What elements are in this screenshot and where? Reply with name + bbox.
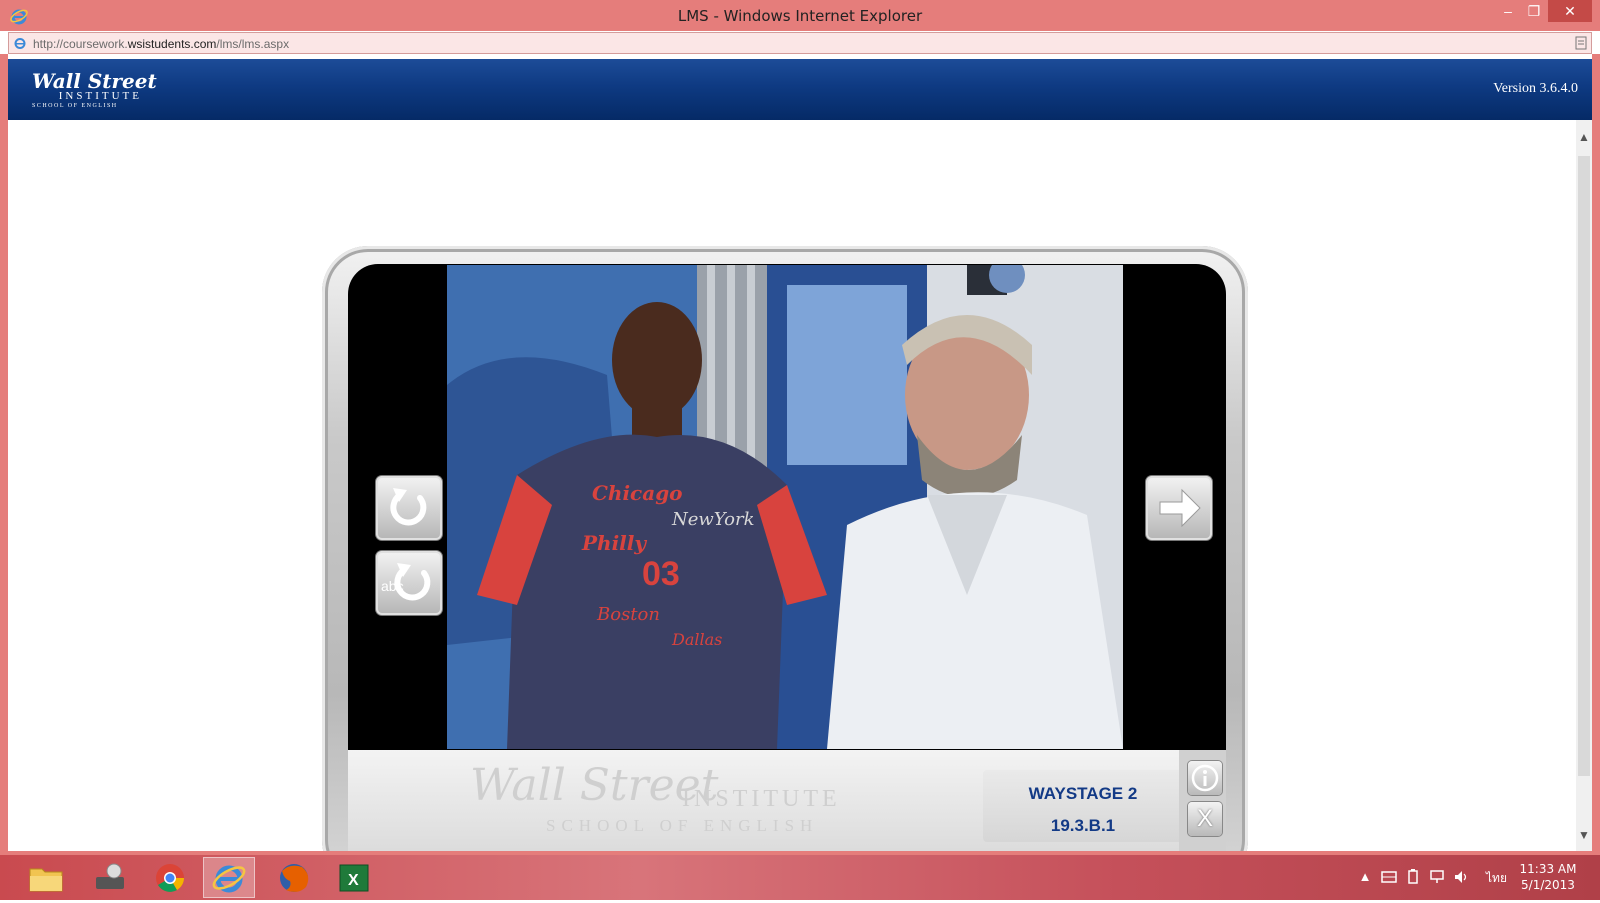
svg-text:NewYork: NewYork bbox=[671, 509, 754, 530]
url-domain: wsistudents.com bbox=[127, 37, 217, 51]
system-clock[interactable]: 11:33 AM 5/1/2013 bbox=[1519, 861, 1577, 893]
window-title: LMS - Windows Internet Explorer bbox=[677, 7, 923, 25]
logo-line1: Wall Street bbox=[32, 69, 157, 93]
video-frame[interactable]: Chicago NewYork Philly 03 Boston Dallas bbox=[447, 265, 1123, 749]
internet-explorer-icon bbox=[212, 865, 246, 893]
close-player-button[interactable]: X bbox=[1188, 802, 1222, 836]
svg-text:03: 03 bbox=[642, 555, 680, 593]
url-text[interactable]: http://coursework.wsistudents.com/lms/lm… bbox=[33, 37, 289, 51]
tool-icon bbox=[96, 863, 124, 889]
svg-text:X: X bbox=[348, 872, 359, 889]
logo-line2: INSTITUTE bbox=[58, 90, 142, 102]
taskbar-firefox[interactable] bbox=[268, 857, 320, 898]
wall-street-logo: Wall Street INSTITUTE SCHOOL OF ENGLISH bbox=[32, 71, 157, 110]
url-path: /lms/lms.aspx bbox=[216, 37, 290, 51]
video-still-image: Chicago NewYork Philly 03 Boston Dallas bbox=[447, 265, 1123, 749]
replay-button[interactable] bbox=[376, 476, 442, 540]
window-frame-right bbox=[1592, 54, 1600, 851]
taskbar-excel[interactable]: X bbox=[328, 857, 380, 898]
watermark-line2: INSTITUTE bbox=[682, 786, 841, 812]
maximize-button[interactable]: ❐ bbox=[1520, 0, 1548, 22]
taskbar-settings-tool[interactable] bbox=[84, 857, 136, 898]
url-prefix: http://coursework. bbox=[33, 37, 128, 51]
compatibility-view-icon[interactable] bbox=[1575, 36, 1587, 50]
action-center-icon[interactable] bbox=[1381, 869, 1397, 885]
subtitles-label: abc bbox=[381, 578, 404, 594]
network-icon[interactable] bbox=[1429, 869, 1445, 885]
window-titlebar: LMS - Windows Internet Explorer – ❐ ✕ bbox=[0, 0, 1600, 31]
volume-icon[interactable] bbox=[1453, 869, 1469, 885]
window-frame-left bbox=[0, 54, 8, 851]
arrow-right-icon bbox=[1159, 488, 1201, 528]
svg-text:Chicago: Chicago bbox=[592, 481, 683, 505]
minimize-button[interactable]: – bbox=[1494, 0, 1522, 22]
folder-icon bbox=[29, 868, 63, 892]
scroll-up-icon[interactable]: ▲ bbox=[1576, 130, 1592, 144]
chrome-icon bbox=[156, 864, 184, 892]
address-bar[interactable]: http://coursework.wsistudents.com/lms/lm… bbox=[8, 32, 1592, 54]
info-button[interactable] bbox=[1188, 761, 1222, 795]
svg-text:Boston: Boston bbox=[596, 604, 660, 625]
tray-expand-icon[interactable]: ▲ bbox=[1357, 869, 1373, 885]
taskbar-chrome[interactable] bbox=[144, 857, 196, 898]
firefox-icon bbox=[280, 864, 309, 892]
excel-icon: X bbox=[339, 864, 369, 892]
stage-label: WAYSTAGE 2 bbox=[1028, 784, 1138, 803]
scroll-down-icon[interactable]: ▼ bbox=[1576, 828, 1592, 842]
next-button[interactable] bbox=[1146, 476, 1212, 540]
taskbar: X ▲ ไทย 11:33 AM 5/1/2013 bbox=[0, 855, 1600, 900]
watermark-line3: SCHOOL OF ENGLISH bbox=[546, 816, 819, 835]
replay-icon bbox=[390, 488, 427, 526]
version-label: Version 3.6.4.0 bbox=[1493, 81, 1578, 96]
watermark-logo: Wall Street INSTITUTE SCHOOL OF ENGLISH bbox=[470, 764, 837, 836]
clock-date: 5/1/2013 bbox=[1521, 878, 1575, 892]
replay-subtitles-icon: abc bbox=[381, 563, 431, 601]
power-icon[interactable] bbox=[1405, 869, 1421, 885]
svg-text:Dallas: Dallas bbox=[671, 630, 722, 649]
close-window-button[interactable]: ✕ bbox=[1548, 0, 1592, 22]
scrollbar-thumb[interactable] bbox=[1578, 156, 1590, 776]
svg-text:Philly: Philly bbox=[581, 531, 647, 555]
language-indicator[interactable]: ไทย bbox=[1486, 869, 1507, 888]
page-icon bbox=[14, 38, 26, 49]
lesson-id-box: WAYSTAGE 2 19.3.B.1 bbox=[983, 770, 1183, 842]
lms-header: Wall Street INSTITUTE SCHOOL OF ENGLISH … bbox=[8, 59, 1592, 120]
logo-line3: SCHOOL OF ENGLISH bbox=[32, 103, 118, 109]
close-player-label: X bbox=[1196, 805, 1213, 832]
replay-subtitles-button[interactable]: abc bbox=[376, 551, 442, 615]
info-icon bbox=[1191, 764, 1219, 792]
clock-time: 11:33 AM bbox=[1519, 862, 1577, 876]
vertical-scrollbar[interactable]: ▲ ▼ bbox=[1576, 120, 1592, 851]
unit-label: 19.3.B.1 bbox=[1050, 816, 1116, 835]
taskbar-file-explorer[interactable] bbox=[20, 857, 72, 898]
taskbar-internet-explorer[interactable] bbox=[203, 857, 255, 898]
